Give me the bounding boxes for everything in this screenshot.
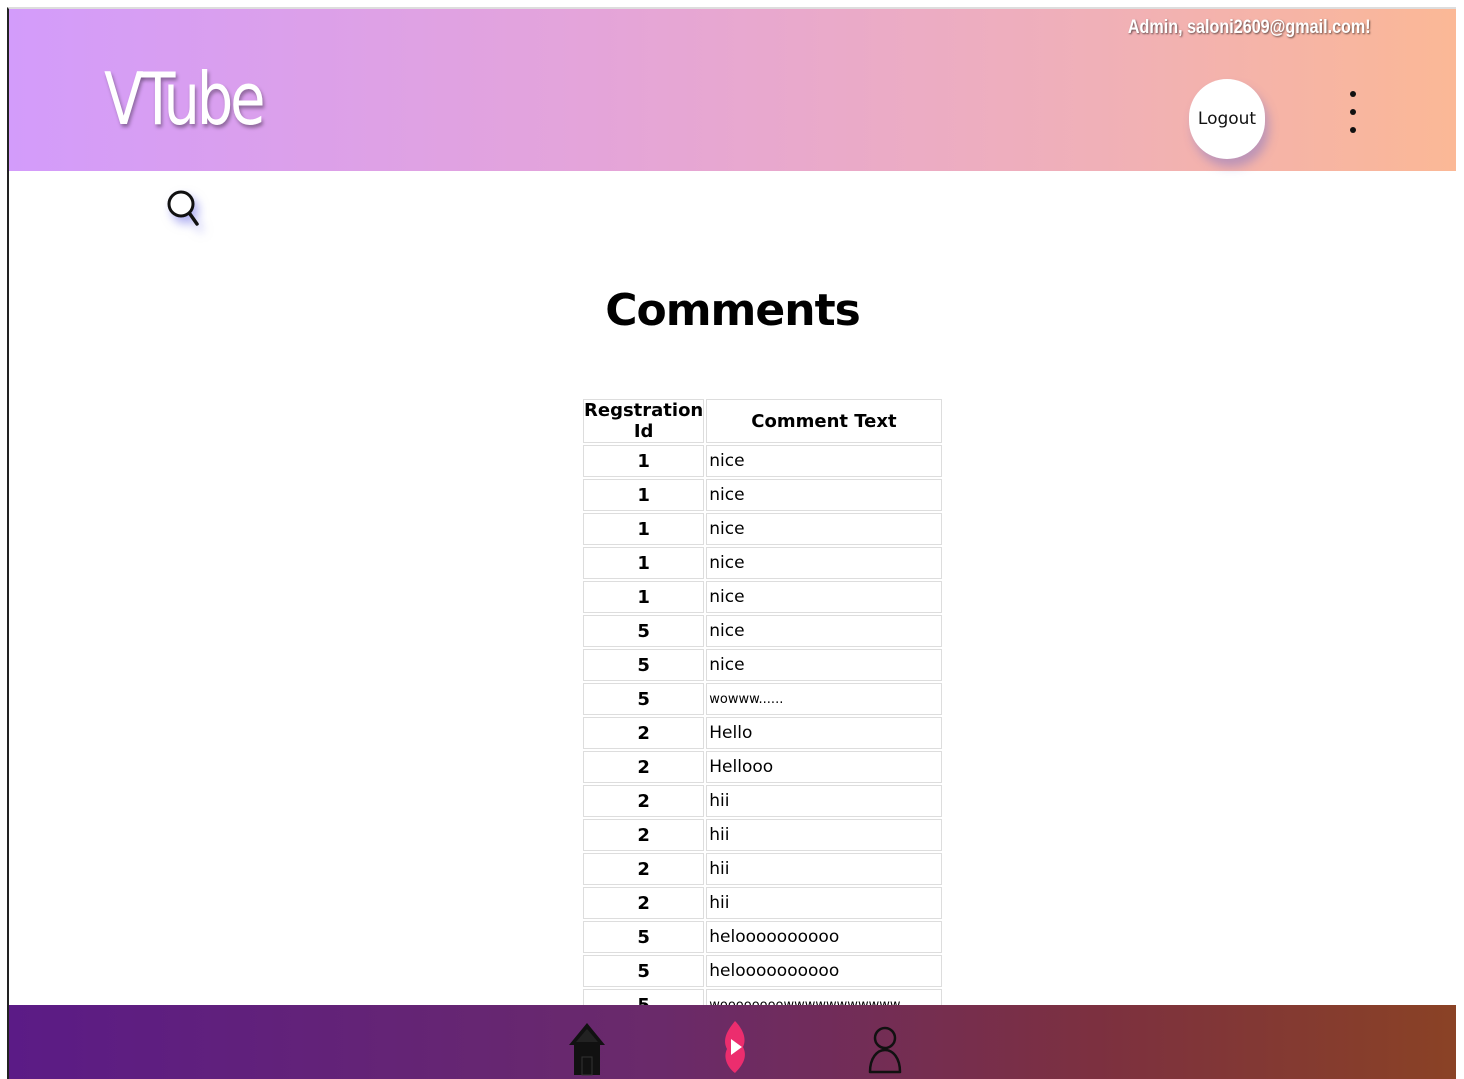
- cell-id: 2: [583, 717, 705, 749]
- cell-id: 2: [583, 853, 705, 885]
- cell-text: Hello: [706, 717, 942, 749]
- cell-id: 2: [583, 751, 705, 783]
- search-icon[interactable]: [164, 187, 204, 231]
- user-icon[interactable]: [867, 1025, 903, 1079]
- cell-text: hii: [706, 785, 942, 817]
- user-greeting: Admin, saloni2609@gmail.com!: [1128, 17, 1371, 38]
- table-row: 1 nice: [583, 513, 942, 545]
- cell-text: hii: [706, 819, 942, 851]
- column-header-registration-id: Regstration Id: [583, 399, 705, 443]
- app-frame: VTube Admin, saloni2609@gmail.com! Logou…: [7, 7, 1456, 1079]
- cell-text: nice: [706, 615, 942, 647]
- cell-text: hii: [706, 887, 942, 919]
- cell-id: 5: [583, 683, 705, 715]
- comments-table: Regstration Id Comment Text 1 nice 1 nice …: [581, 397, 944, 1023]
- table-header-row: Regstration Id Comment Text: [583, 399, 942, 443]
- cell-id: 2: [583, 785, 705, 817]
- table-row: 5 wowww......: [583, 683, 942, 715]
- cell-id: 5: [583, 615, 705, 647]
- cell-text: nice: [706, 513, 942, 545]
- table-row: 1 nice: [583, 581, 942, 613]
- table-row: 2 hii: [583, 887, 942, 919]
- cell-id: 1: [583, 547, 705, 579]
- comments-table-container: Regstration Id Comment Text 1 nice 1 nice …: [581, 397, 944, 1023]
- table-row: 5 heloooooooooo: [583, 955, 942, 987]
- table-row: 5 nice: [583, 615, 942, 647]
- cell-id: 1: [583, 445, 705, 477]
- cell-id: 5: [583, 955, 705, 987]
- cell-text: nice: [706, 649, 942, 681]
- cell-text: nice: [706, 581, 942, 613]
- home-icon[interactable]: [567, 1021, 607, 1079]
- cell-text: hii: [706, 853, 942, 885]
- dot: [1350, 127, 1356, 133]
- video-play-icon[interactable]: [721, 1019, 749, 1079]
- cell-id: 1: [583, 479, 705, 511]
- cell-id: 5: [583, 649, 705, 681]
- cell-text: wowww......: [706, 683, 942, 715]
- table-row: 5 heloooooooooo: [583, 921, 942, 953]
- logout-button[interactable]: Logout: [1189, 79, 1265, 159]
- app-header: VTube Admin, saloni2609@gmail.com! Logou…: [9, 9, 1456, 171]
- dot: [1350, 109, 1356, 115]
- cell-id: 2: [583, 887, 705, 919]
- cell-id: 5: [583, 921, 705, 953]
- app-logo: VTube: [104, 57, 266, 141]
- cell-id: 1: [583, 581, 705, 613]
- cell-text: nice: [706, 479, 942, 511]
- table-row: 1 nice: [583, 479, 942, 511]
- cell-id: 2: [583, 819, 705, 851]
- cell-text: heloooooooooo: [706, 955, 942, 987]
- table-row: 2 hii: [583, 785, 942, 817]
- column-header-comment-text: Comment Text: [706, 399, 942, 443]
- cell-text: nice: [706, 445, 942, 477]
- table-row: 2 Hellooo: [583, 751, 942, 783]
- page-title: Comments: [605, 285, 861, 336]
- table-row: 5 nice: [583, 649, 942, 681]
- table-row: 2 Hello: [583, 717, 942, 749]
- cell-text: nice: [706, 547, 942, 579]
- bottom-nav-bar: [9, 1005, 1456, 1079]
- table-row: 1 nice: [583, 547, 942, 579]
- cell-id: 1: [583, 513, 705, 545]
- dot: [1350, 91, 1356, 97]
- cell-text: Hellooo: [706, 751, 942, 783]
- table-row: 2 hii: [583, 819, 942, 851]
- cell-text: heloooooooooo: [706, 921, 942, 953]
- table-row: 1 nice: [583, 445, 942, 477]
- table-row: 2 hii: [583, 853, 942, 885]
- more-options-icon[interactable]: [1343, 91, 1363, 133]
